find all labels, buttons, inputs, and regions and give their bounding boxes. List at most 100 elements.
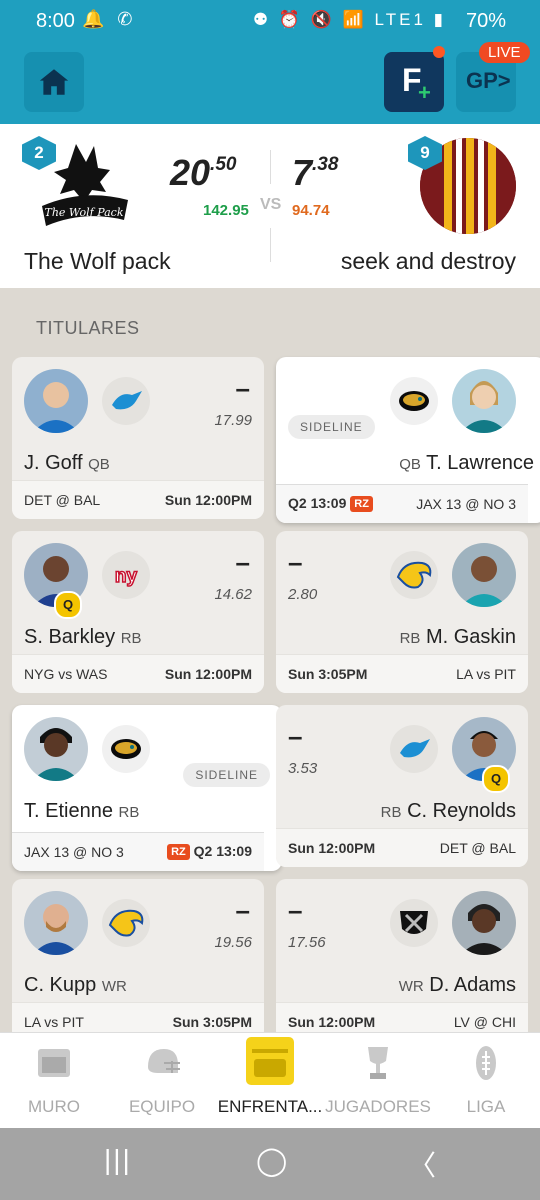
nav-liga[interactable]: LIGA	[432, 1033, 540, 1129]
raiders-logo-icon	[390, 899, 438, 947]
divider	[270, 228, 271, 262]
home-projected: 142.95	[203, 202, 249, 219]
game-time: Sun 3:05PM	[172, 1014, 252, 1030]
player-name: C. Kupp WR	[24, 974, 127, 996]
bottom-nav: MURO EQUIPO ENFRENTA... JUGADORES LIGA	[0, 1032, 540, 1129]
fantasy-add-button[interactable]: F +	[384, 52, 444, 112]
game-matchup: DET @ BAL	[439, 840, 516, 856]
player-name: QB T. Lawrence	[399, 452, 534, 474]
nav-enfrentamiento[interactable]: ENFRENTA...	[216, 1033, 324, 1129]
player-card-barkley[interactable]: Q ny – 14.62 S. Barkley RB NYG vs WAS Su…	[12, 531, 264, 693]
matchup-icon	[246, 1037, 294, 1085]
rams-logo-icon	[102, 899, 150, 947]
app-bar: F + GP> LIVE	[0, 40, 540, 124]
home-system-button[interactable]: ◯	[256, 1144, 287, 1177]
game-time: Sun 12:00PM	[164, 666, 252, 682]
player-points: 7.38	[288, 371, 327, 402]
player-avatar	[452, 369, 516, 433]
home-icon	[39, 69, 69, 95]
jaguars-logo-icon	[102, 725, 150, 773]
wolf-logo-text: The Wolf Pack	[45, 206, 124, 219]
jaguars-logo-icon	[390, 377, 438, 425]
game-info: NYG vs WAS Sun 12:00PM	[12, 654, 264, 693]
player-avatar	[24, 717, 88, 781]
giants-logo-text: ny	[115, 566, 138, 587]
rams-logo-icon	[390, 551, 438, 599]
player-avatar	[452, 891, 516, 955]
game-matchup: DET @ BAL	[24, 492, 101, 508]
game-time: Sun 12:00PM	[288, 1014, 376, 1030]
player-points: 17.50	[217, 719, 270, 750]
game-matchup: NYG vs WAS	[24, 666, 108, 682]
back-button[interactable]: 〈	[408, 1144, 436, 1184]
game-matchup: JAX 13 @ NO 3	[24, 844, 124, 860]
giants-logo-icon: ny	[102, 551, 150, 599]
sideline-badge: SIDELINE	[183, 763, 270, 787]
player-name: S. Barkley RB	[24, 626, 142, 648]
player-points: –	[235, 547, 250, 577]
trophy-icon	[368, 1047, 388, 1079]
player-name: J. Goff QB	[24, 452, 110, 474]
game-time: Sun 12:00PM	[288, 840, 376, 856]
section-title: TITULARES	[36, 318, 140, 338]
gp-label: GP>	[466, 68, 511, 93]
game-time: Sun 3:05PM	[288, 666, 368, 682]
home-team-name: The Wolf pack	[24, 248, 171, 274]
player-card-goff[interactable]: – 17.99 J. Goff QB DET @ BAL Sun 12:00PM	[12, 357, 264, 519]
player-projection: 19.56	[214, 934, 252, 951]
home-score: 20.50	[170, 152, 237, 193]
game-info: JAX 13 @ NO 3 RZ Q2 13:09	[12, 832, 264, 871]
game-info: Sun 3:05PM LA vs PIT	[276, 654, 528, 693]
player-card-reynolds[interactable]: – 3.53 Q RB C. Reynolds Sun 12:00PM DET …	[276, 705, 528, 867]
recents-button[interactable]: |||	[104, 1144, 132, 1176]
live-badge: LIVE	[479, 42, 530, 63]
nav-label: JUGADORES	[325, 1097, 431, 1116]
nav-label: ENFRENTA...	[217, 1097, 323, 1116]
lions-logo-icon	[102, 377, 150, 425]
sideline-badge: SIDELINE	[288, 415, 375, 439]
nav-label: LIGA	[466, 1097, 506, 1116]
notification-dot	[433, 46, 445, 58]
player-projection: 17.99	[214, 412, 252, 429]
status-time: 8:00	[36, 10, 75, 32]
game-matchup: LV @ CHI	[453, 1014, 516, 1030]
away-projected: 94.74	[292, 202, 330, 219]
nav-label: EQUIPO	[128, 1097, 196, 1116]
player-card-lawrence[interactable]: 7.38 SIDELINE QB T. Lawrence Q2 13:09 RZ…	[276, 357, 540, 523]
lions-logo-icon	[390, 725, 438, 773]
player-points: –	[288, 895, 303, 925]
nav-label: MURO	[28, 1097, 80, 1116]
game-clock: RZ Q2 13:09	[167, 843, 252, 860]
player-card-adams[interactable]: – 17.56 WR D. Adams Sun 12:00PM LV @ CHI	[276, 879, 528, 1041]
player-projection: 2.80	[288, 586, 318, 603]
plus-icon: +	[418, 80, 431, 105]
player-card-kupp[interactable]: – 19.56 C. Kupp WR LA vs PIT Sun 3:05PM	[12, 879, 264, 1041]
questionable-badge: Q	[54, 591, 82, 619]
status-bar: 8:00 🔔 ✆ ⚉ ⏰ 🔇 📶 LTE1 ▮ 70%	[0, 0, 540, 40]
system-status-icons: ⚉ ⏰ 🔇 📶 LTE1 ▮	[252, 10, 446, 29]
wall-icon	[38, 1049, 70, 1077]
player-points: –	[235, 373, 250, 403]
nav-equipo[interactable]: EQUIPO	[108, 1033, 216, 1129]
redzone-badge: RZ	[350, 496, 373, 512]
nav-muro[interactable]: MURO	[0, 1033, 108, 1129]
game-clock: Q2 13:09 RZ	[288, 495, 373, 512]
nav-jugadores[interactable]: JUGADORES	[324, 1033, 432, 1129]
divider	[270, 150, 271, 184]
system-nav-bar: ||| ◯ 〈	[0, 1128, 540, 1200]
home-button[interactable]	[24, 52, 84, 112]
player-avatar	[24, 369, 88, 433]
game-time: Sun 12:00PM	[164, 492, 252, 508]
player-points: –	[288, 547, 303, 577]
player-name: RB C. Reynolds	[380, 800, 516, 822]
player-avatar	[24, 891, 88, 955]
away-team-name: seek and destroy	[340, 248, 516, 274]
football-icon	[476, 1046, 496, 1080]
game-matchup: LA vs PIT	[456, 666, 516, 682]
player-card-gaskin[interactable]: – 2.80 RB M. Gaskin Sun 3:05PM LA vs PIT	[276, 531, 528, 693]
player-avatar	[452, 543, 516, 607]
wolf-pack-logo: The Wolf Pack	[36, 140, 132, 232]
player-card-etienne[interactable]: 17.50 SIDELINE T. Etienne RB JAX 13 @ NO…	[12, 705, 282, 871]
away-score: 7.38	[292, 152, 339, 193]
questionable-badge: Q	[482, 765, 510, 793]
